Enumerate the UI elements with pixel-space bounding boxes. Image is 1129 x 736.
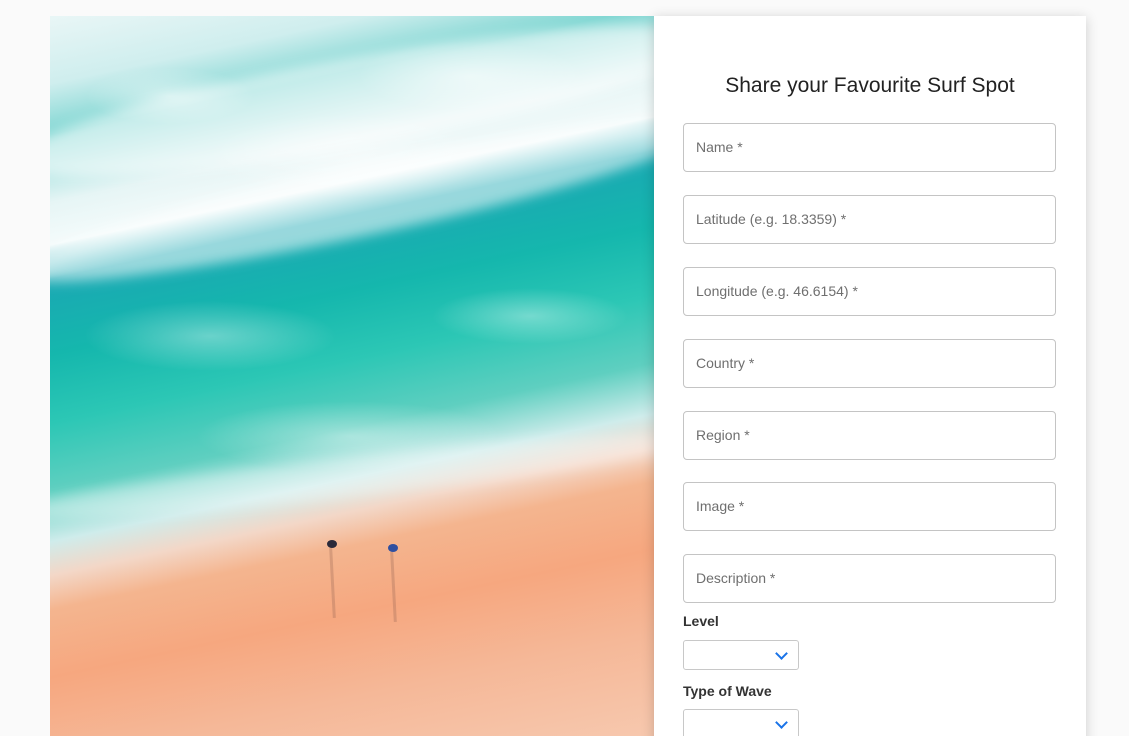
wave-foam bbox=[50, 419, 654, 533]
level-label: Level bbox=[683, 613, 719, 629]
chevron-down-icon bbox=[775, 716, 788, 729]
latitude-field[interactable]: Latitude (e.g. 18.3359) * bbox=[683, 195, 1056, 244]
region-field[interactable]: Region * bbox=[683, 411, 1056, 460]
country-field-label: Country * bbox=[696, 355, 755, 371]
description-field-label: Description * bbox=[696, 570, 776, 586]
longitude-field[interactable]: Longitude (e.g. 46.6154) * bbox=[683, 267, 1056, 316]
beach-person bbox=[388, 544, 398, 552]
beach-person bbox=[327, 540, 337, 548]
surf-spot-form: Share your Favourite Surf Spot Name * La… bbox=[654, 16, 1086, 736]
latitude-field-label: Latitude (e.g. 18.3359) * bbox=[696, 211, 847, 227]
form-title: Share your Favourite Surf Spot bbox=[725, 74, 1015, 97]
name-field[interactable]: Name * bbox=[683, 123, 1056, 172]
person-shadow bbox=[329, 547, 336, 619]
longitude-field-label: Longitude (e.g. 46.6154) * bbox=[696, 283, 858, 299]
wave-type-label: Type of Wave bbox=[683, 683, 772, 699]
wave-type-select[interactable] bbox=[683, 709, 799, 736]
description-field[interactable]: Description * bbox=[683, 554, 1056, 603]
region-field-label: Region * bbox=[696, 427, 750, 443]
level-select[interactable] bbox=[683, 640, 799, 670]
chevron-down-icon bbox=[775, 647, 788, 660]
beach-aerial-image bbox=[50, 16, 654, 736]
person-shadow bbox=[390, 551, 397, 623]
page: Share your Favourite Surf Spot Name * La… bbox=[0, 0, 1129, 736]
name-field-label: Name * bbox=[696, 139, 743, 155]
image-field[interactable]: Image * bbox=[683, 482, 1056, 531]
image-field-label: Image * bbox=[696, 498, 745, 514]
country-field[interactable]: Country * bbox=[683, 339, 1056, 388]
